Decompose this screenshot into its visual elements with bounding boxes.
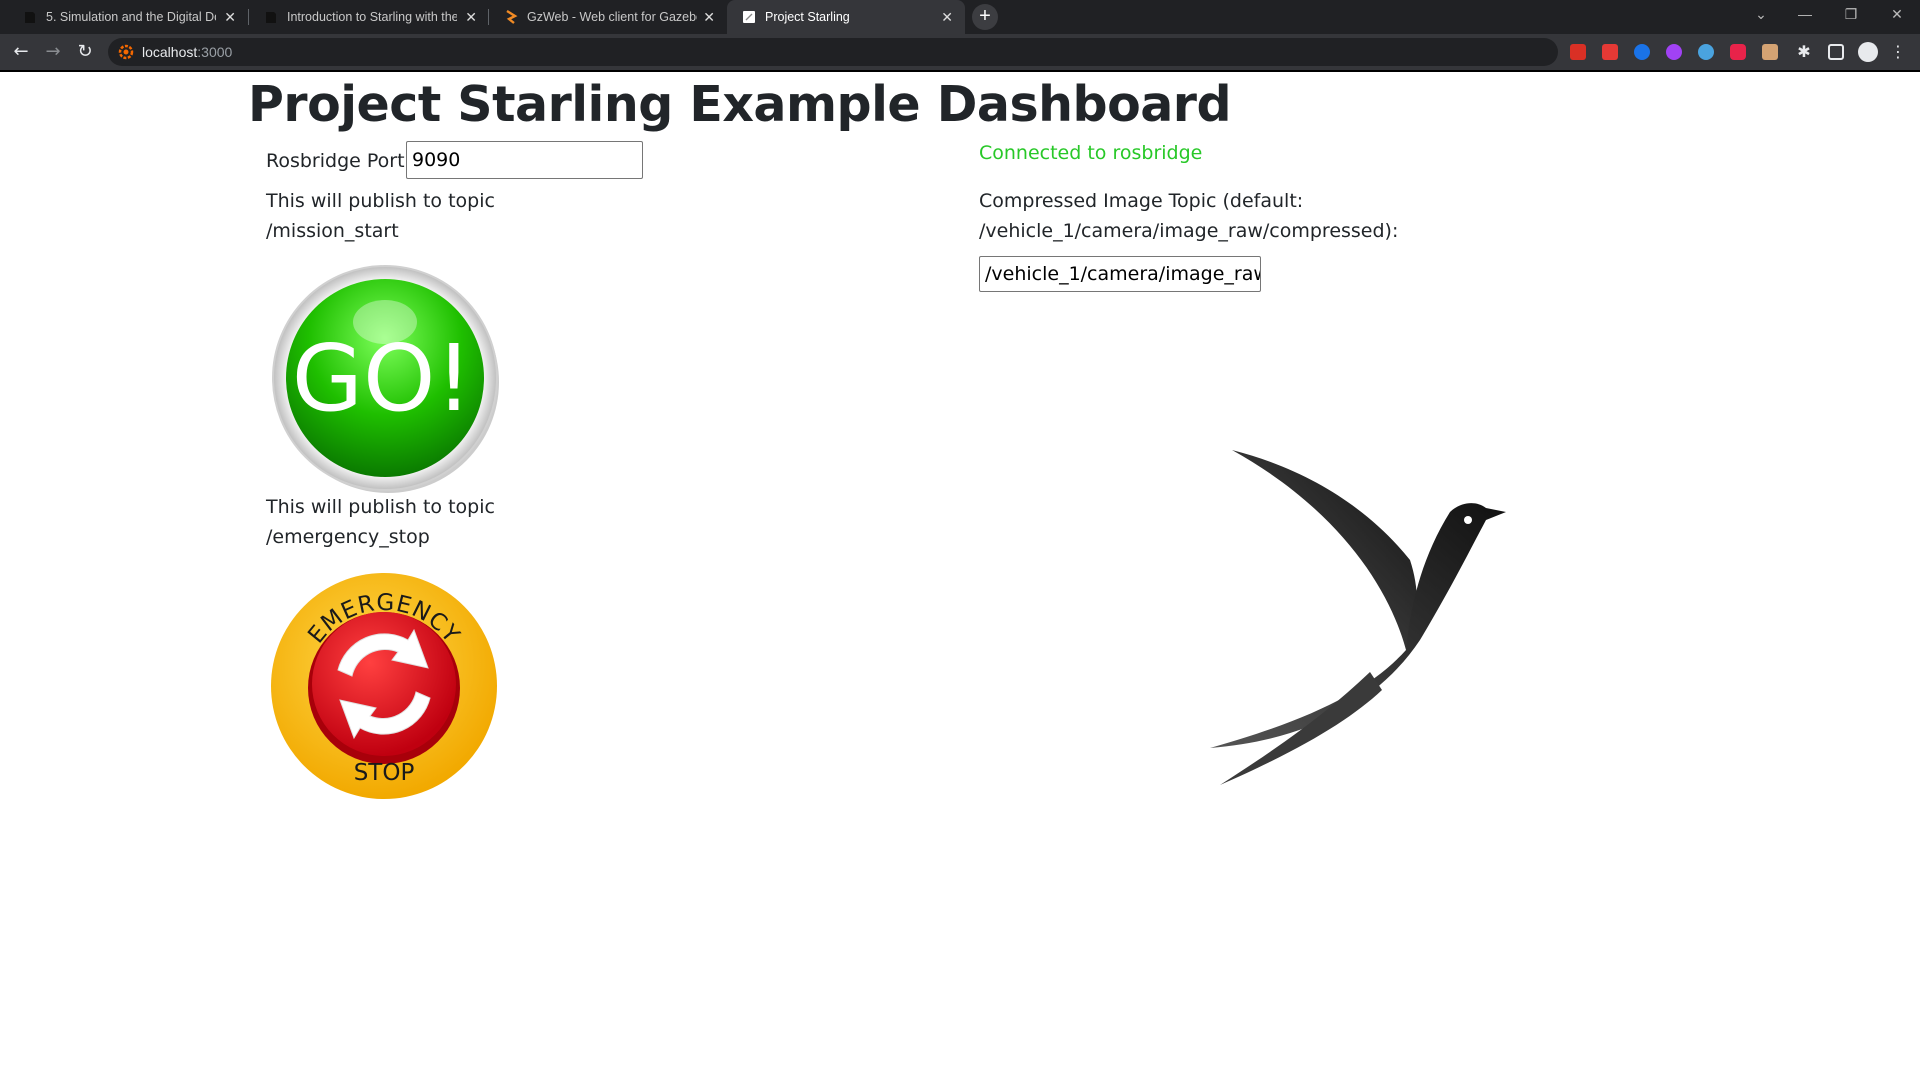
image-topic-label-line1: Compressed Image Topic (default:: [979, 190, 1304, 212]
go-topic-text: /mission_start: [266, 220, 399, 242]
close-tab-icon[interactable]: ✕: [465, 9, 477, 26]
address-bar[interactable]: localhost:3000: [108, 38, 1558, 66]
book-icon: [263, 10, 278, 25]
address-host: localhost: [142, 44, 198, 60]
profile-avatar-icon[interactable]: [1858, 42, 1878, 62]
page-title: Project Starling Example Dashboard: [248, 76, 1232, 133]
close-window-button[interactable]: ✕: [1874, 0, 1920, 30]
tab-introduction[interactable]: Introduction to Starling with the ✕: [249, 0, 489, 34]
address-port: :3000: [197, 44, 233, 60]
extension-icon[interactable]: [1698, 44, 1714, 60]
menu-kebab-icon[interactable]: ⋮: [1886, 40, 1910, 64]
side-panel-icon[interactable]: [1828, 44, 1844, 60]
back-icon[interactable]: ←: [9, 40, 33, 64]
site-favicon-icon: [118, 44, 134, 60]
close-tab-icon[interactable]: ✕: [224, 9, 236, 26]
estop-topic-text: /emergency_stop: [266, 526, 430, 548]
starling-bird-logo: [1120, 440, 1520, 790]
close-tab-icon[interactable]: ✕: [703, 9, 715, 26]
extension-lastpass-icon[interactable]: [1570, 44, 1586, 60]
minimize-button[interactable]: —: [1782, 0, 1828, 30]
image-topic-input[interactable]: /vehicle_1/camera/image_raw/compressed: [979, 256, 1261, 292]
extension-icon[interactable]: [1666, 44, 1682, 60]
restore-button[interactable]: ❐: [1828, 0, 1874, 30]
extension-icon[interactable]: [1634, 44, 1650, 60]
image-topic-label-line2: /vehicle_1/camera/image_raw/compressed):: [979, 220, 1399, 242]
tab-project-starling[interactable]: Project Starling ✕: [727, 0, 965, 34]
browser-tab-strip: 5. Simulation and the Digital Dou ✕ Intr…: [0, 0, 1920, 34]
book-icon: [22, 10, 37, 25]
browser-toolbar: ← → ↻ localhost:3000 ✱ ⋮: [0, 34, 1920, 70]
page-icon: [741, 10, 756, 25]
estop-publish-text: This will publish to topic: [266, 496, 495, 518]
extension-icon[interactable]: [1730, 44, 1746, 60]
go-button-label: GO!: [292, 325, 473, 432]
emergency-stop-button[interactable]: EMERGENCY STOP: [268, 570, 500, 802]
connection-status: Connected to rosbridge: [979, 142, 1203, 164]
tab-search-icon[interactable]: ⌄: [1738, 0, 1784, 30]
gazebo-icon: [503, 10, 518, 25]
go-button[interactable]: GO!: [270, 264, 500, 494]
extension-icon[interactable]: [1762, 44, 1778, 60]
close-tab-icon[interactable]: ✕: [941, 9, 953, 26]
rosbridge-port-input[interactable]: 9090: [406, 141, 643, 179]
extension-icon[interactable]: [1602, 44, 1618, 60]
tab-simulation[interactable]: 5. Simulation and the Digital Dou ✕: [8, 0, 248, 34]
estop-bottom-label: STOP: [354, 760, 415, 786]
new-tab-button[interactable]: +: [972, 4, 998, 30]
extensions-puzzle-icon[interactable]: ✱: [1792, 40, 1816, 64]
tab-gzweb[interactable]: GzWeb - Web client for Gazebo ✕: [489, 0, 727, 34]
reload-icon[interactable]: ↻: [73, 40, 97, 64]
forward-icon[interactable]: →: [41, 40, 65, 64]
go-publish-text: This will publish to topic: [266, 190, 495, 212]
rosbridge-port-label: Rosbridge Port:: [266, 150, 411, 172]
